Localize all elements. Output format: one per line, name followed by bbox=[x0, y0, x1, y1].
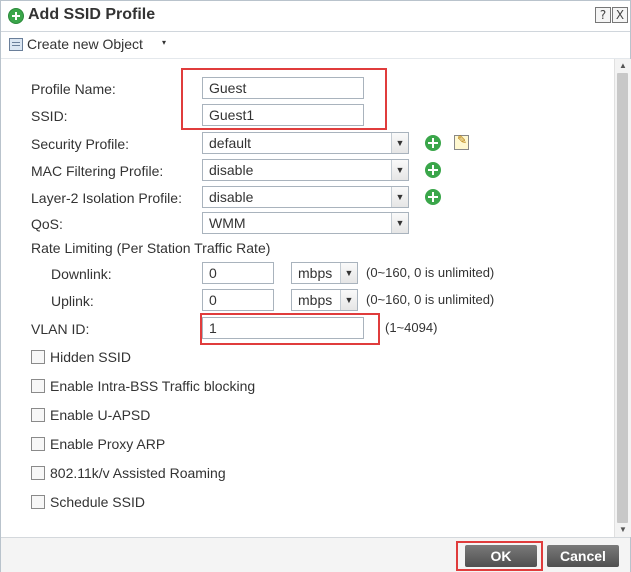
add-security-profile-icon[interactable] bbox=[425, 135, 441, 151]
downlink-input[interactable] bbox=[202, 262, 274, 284]
uplink-label: Uplink: bbox=[51, 293, 94, 309]
schedule-ssid-checkbox[interactable] bbox=[31, 495, 45, 509]
rate-limiting-label: Rate Limiting (Per Station Traffic Rate) bbox=[31, 240, 271, 256]
qos-label: QoS: bbox=[31, 216, 63, 232]
uplink-unit-value: mbps bbox=[298, 292, 333, 308]
layer2-isolation-label: Layer-2 Isolation Profile: bbox=[31, 190, 182, 206]
uplink-hint: (0~160, 0 is unlimited) bbox=[366, 292, 495, 307]
mac-filtering-select[interactable]: disable ▼ bbox=[202, 159, 409, 181]
u-apsd-label: Enable U-APSD bbox=[50, 407, 151, 423]
add-layer2-isolation-icon[interactable] bbox=[425, 189, 441, 205]
chevron-down-icon: ▼ bbox=[391, 187, 408, 207]
profile-name-label: Profile Name: bbox=[31, 81, 116, 97]
security-profile-label: Security Profile: bbox=[31, 136, 130, 152]
vlan-id-hint: (1~4094) bbox=[385, 320, 438, 335]
u-apsd-checkbox[interactable] bbox=[31, 408, 45, 422]
vlan-id-label: VLAN ID: bbox=[31, 321, 90, 337]
add-mac-filtering-icon[interactable] bbox=[425, 162, 441, 178]
ok-button[interactable]: OK bbox=[465, 545, 537, 567]
qos-select[interactable]: WMM ▼ bbox=[202, 212, 409, 234]
cancel-button[interactable]: Cancel bbox=[547, 545, 619, 567]
uplink-input[interactable] bbox=[202, 289, 274, 311]
scroll-down-icon[interactable]: ▼ bbox=[618, 525, 628, 535]
add-ssid-profile-dialog: Add SSID Profile ? X Create new Object ▾… bbox=[0, 0, 631, 572]
qos-value: WMM bbox=[209, 215, 246, 231]
vertical-scrollbar[interactable]: ▲ ▼ bbox=[614, 59, 631, 537]
layer2-isolation-value: disable bbox=[209, 189, 254, 205]
help-button[interactable]: ? bbox=[595, 7, 611, 23]
intra-bss-blocking-checkbox[interactable] bbox=[31, 379, 45, 393]
layer2-isolation-select[interactable]: disable ▼ bbox=[202, 186, 409, 208]
edit-icon[interactable] bbox=[454, 133, 469, 150]
dialog-footer: OK Cancel bbox=[1, 537, 630, 572]
assisted-roaming-label: 802.11k/v Assisted Roaming bbox=[50, 465, 226, 481]
downlink-label: Downlink: bbox=[51, 266, 112, 282]
object-list-icon bbox=[9, 38, 23, 51]
security-profile-select[interactable]: default ▼ bbox=[202, 132, 409, 154]
mac-filtering-value: disable bbox=[209, 162, 254, 178]
chevron-down-icon: ▼ bbox=[391, 213, 408, 233]
uplink-unit-select[interactable]: mbps ▼ bbox=[291, 289, 358, 311]
create-new-object-button[interactable]: Create new Object bbox=[27, 36, 143, 52]
dialog-title: Add SSID Profile bbox=[28, 6, 156, 23]
toolbar: Create new Object ▾ bbox=[1, 32, 630, 59]
mac-filtering-label: MAC Filtering Profile: bbox=[31, 163, 164, 179]
hidden-ssid-label: Hidden SSID bbox=[50, 349, 131, 365]
downlink-unit-value: mbps bbox=[298, 265, 333, 281]
downlink-unit-select[interactable]: mbps ▼ bbox=[291, 262, 358, 284]
ssid-label: SSID: bbox=[31, 108, 68, 124]
proxy-arp-checkbox[interactable] bbox=[31, 437, 45, 451]
ssid-input[interactable] bbox=[202, 104, 364, 126]
security-profile-value: default bbox=[209, 135, 252, 151]
chevron-down-icon: ▼ bbox=[340, 263, 357, 283]
assisted-roaming-checkbox[interactable] bbox=[31, 466, 45, 480]
scroll-up-icon[interactable]: ▲ bbox=[618, 61, 628, 71]
close-button[interactable]: X bbox=[612, 7, 628, 23]
profile-name-input[interactable] bbox=[202, 77, 364, 99]
proxy-arp-label: Enable Proxy ARP bbox=[50, 436, 166, 452]
chevron-down-icon: ▼ bbox=[340, 290, 357, 310]
chevron-down-icon: ▼ bbox=[391, 133, 408, 153]
schedule-ssid-label: Schedule SSID bbox=[50, 494, 145, 510]
hidden-ssid-checkbox[interactable] bbox=[31, 350, 45, 364]
intra-bss-blocking-label: Enable Intra-BSS Traffic blocking bbox=[50, 378, 256, 394]
add-icon bbox=[8, 8, 24, 24]
vlan-id-input[interactable] bbox=[202, 317, 364, 339]
chevron-down-icon: ▼ bbox=[391, 160, 408, 180]
chevron-down-icon[interactable]: ▾ bbox=[162, 38, 166, 47]
form-content: Profile Name: SSID: Security Profile: de… bbox=[1, 59, 614, 537]
dialog-titlebar: Add SSID Profile ? X bbox=[1, 1, 630, 32]
scrollbar-thumb[interactable] bbox=[617, 73, 628, 523]
downlink-hint: (0~160, 0 is unlimited) bbox=[366, 265, 495, 280]
